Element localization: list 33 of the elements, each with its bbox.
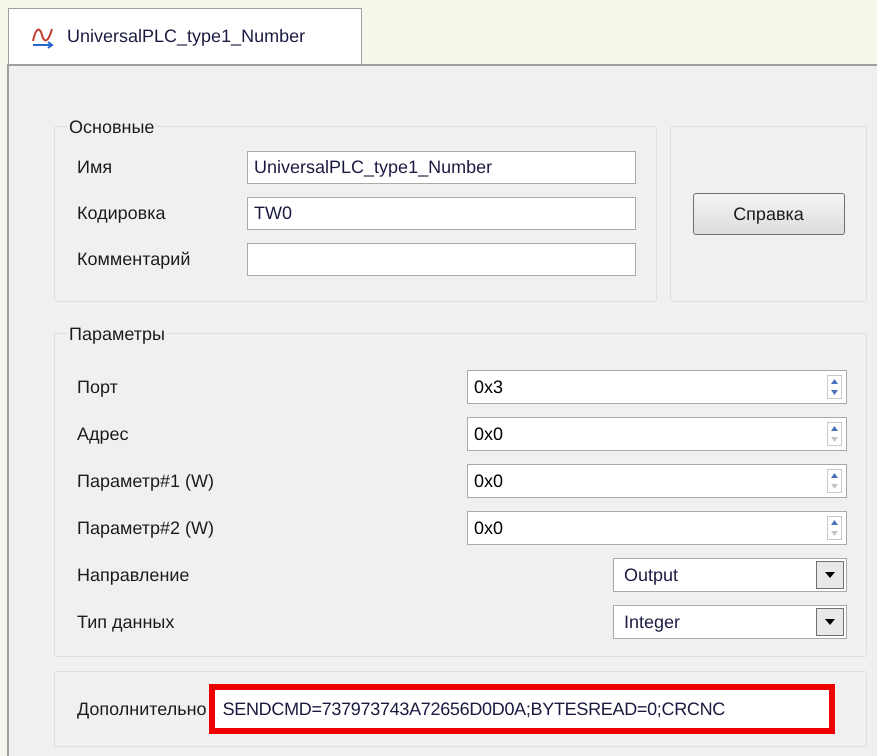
field-label: Кодировка <box>77 202 167 225</box>
field-value: 0x0 <box>474 422 504 446</box>
field-label: Параметр#2 (W) <box>77 516 216 540</box>
text-field[interactable]: TW0 <box>247 197 636 230</box>
dropdown-value: Integer <box>624 610 682 634</box>
dropdown-value: Output <box>624 564 680 587</box>
field-label: Комментарий <box>77 248 192 271</box>
help-button[interactable]: Справка <box>692 193 844 235</box>
field-label: Параметр#1 (W) <box>77 470 216 493</box>
field-label: Направление <box>77 564 190 587</box>
field-value: TW0 <box>254 202 292 225</box>
document-tab[interactable]: UniversalPLC_type1_Number <box>8 8 362 64</box>
field-value: UniversalPLC_type1_Number <box>254 156 492 179</box>
field-value: 0x0 <box>474 470 504 492</box>
spinner-field[interactable]: 0x0 <box>467 417 847 451</box>
text-field[interactable] <box>247 243 636 276</box>
spinner-field[interactable]: 0x0 <box>467 464 847 498</box>
text-field[interactable]: SENDCMD=737973743A72656D0D0A;BYTESREAD=0;CRCNC <box>208 684 835 734</box>
text-field[interactable]: UniversalPLC_type1_Number <box>247 151 636 184</box>
spinner-field[interactable]: 0x3 <box>467 370 847 404</box>
spinner-field[interactable]: 0x0 <box>467 511 847 545</box>
field-label: Имя <box>77 156 114 179</box>
dropdown[interactable]: Output <box>613 558 847 592</box>
field-value: SENDCMD=737973743A72656D0D0A;BYTESREAD=0;CRCNC <box>222 698 726 720</box>
field-label: Дополнительно <box>77 698 207 721</box>
field-label: Тип данных <box>77 610 176 634</box>
caret-icon <box>824 571 836 579</box>
dropdown[interactable]: Integer <box>613 605 847 639</box>
field-value: 0x0 <box>474 516 504 540</box>
field-label: Порт <box>77 376 119 399</box>
field-label: Адрес <box>77 422 130 446</box>
field-value: 0x3 <box>474 376 504 398</box>
caret-icon <box>824 618 836 626</box>
